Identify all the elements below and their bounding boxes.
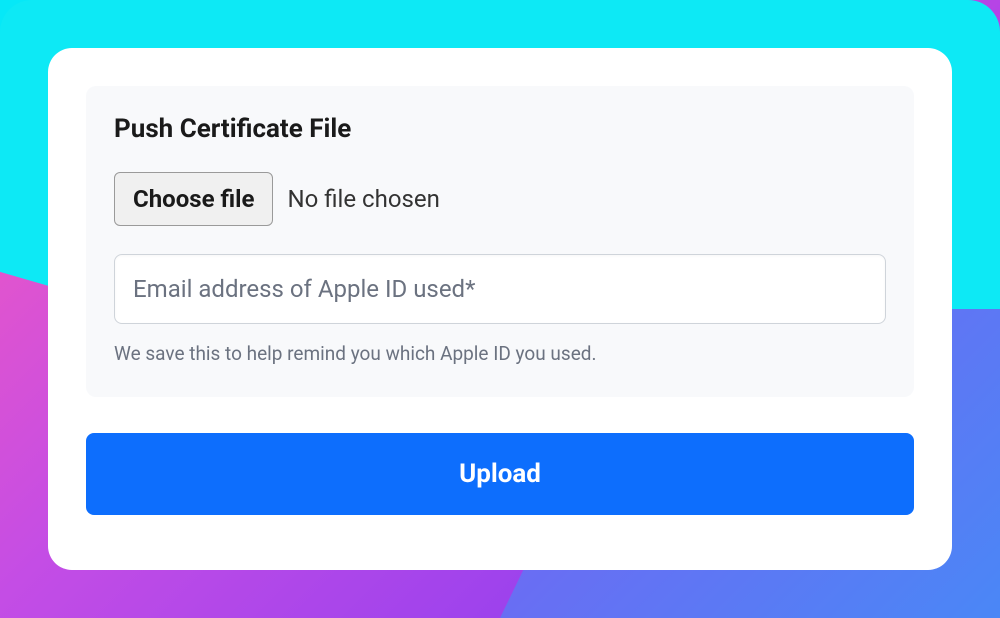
choose-file-button[interactable]: Choose file — [114, 172, 273, 226]
file-status-text: No file chosen — [287, 185, 439, 213]
email-helper-text: We save this to help remind you which Ap… — [114, 342, 886, 365]
push-certificate-section: Push Certificate File Choose file No fil… — [86, 86, 914, 397]
upload-card: Push Certificate File Choose file No fil… — [48, 48, 952, 570]
file-picker-row: Choose file No file chosen — [114, 172, 886, 226]
apple-id-email-input[interactable] — [114, 254, 886, 324]
section-title: Push Certificate File — [114, 114, 886, 144]
upload-button[interactable]: Upload — [86, 433, 914, 515]
